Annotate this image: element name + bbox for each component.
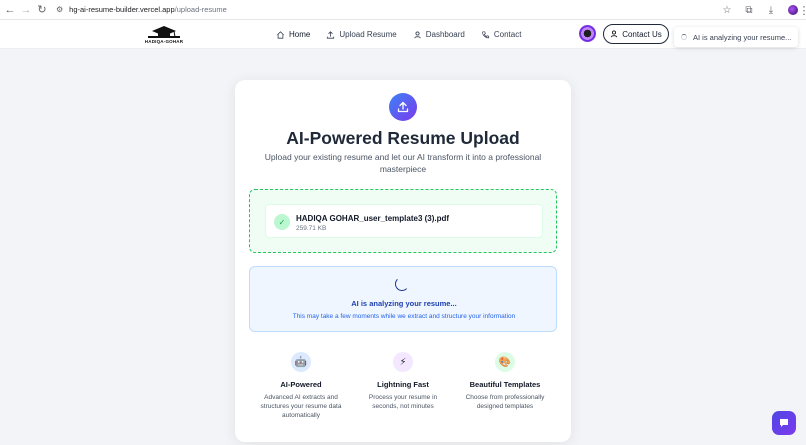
feature-title: Lightning Fast [377,380,429,389]
feature-description: Advanced AI extracts and structures your… [260,394,342,419]
user-icon [414,31,421,38]
analyzing-subtitle: This may take a few moments while we ext… [292,313,516,320]
home-icon [277,30,284,39]
nav-contact[interactable]: Contact [481,30,522,39]
nav-dashboard-label: Dashboard [425,30,465,39]
page-title: AI-Powered Resume Upload [286,128,520,148]
file-size: 259.71 KB [296,225,327,232]
feature-list: 🤖 AI-Powered Advanced AI extracts and st… [249,352,557,432]
back-icon[interactable]: ← [2,2,18,18]
contact-us-button[interactable]: Contact Us [603,24,669,44]
nav-upload-resume[interactable]: Upload Resume [326,30,397,39]
logo-text: HADIQA-GOHAR [144,39,184,44]
feature-description: Choose from professionally designed temp… [465,394,545,410]
chat-widget-button[interactable] [772,411,796,435]
nav-dashboard[interactable]: Dashboard [413,30,465,39]
feature-ai-powered: 🤖 AI-Powered Advanced AI extracts and st… [249,352,353,420]
toast-text: AI is analyzing your resume... [693,32,792,42]
page-subtitle: Upload your existing resume and let our … [264,152,542,174]
bookmark-star-icon[interactable]: ☆ [716,2,738,18]
uploaded-file: ✓ HADIQA GOHAR_user_template3 (3).pdf 25… [265,204,543,238]
extensions-icon[interactable]: ⧉ [738,2,760,18]
robot-icon: 🤖 [291,352,311,372]
browser-toolbar: ← → ↻ ⚙ hg-ai-resume-builder.vercel.app /… [0,0,806,20]
url-host: hg-ai-resume-builder.vercel.app [69,5,175,14]
menu-icon[interactable]: ⋮ [796,2,806,18]
upload-icon [389,93,417,121]
lightning-icon: ⚡ [393,352,413,372]
nav-home[interactable]: Home [276,30,310,39]
loading-spinner-icon [681,34,687,40]
check-icon: ✓ [274,214,290,230]
feature-beautiful-templates: 🎨 Beautiful Templates Choose from profes… [453,352,557,411]
chat-bubble-icon [780,419,788,427]
feature-title: Beautiful Templates [469,380,541,389]
resume-dropzone[interactable]: ✓ HADIQA GOHAR_user_template3 (3).pdf 25… [249,189,557,253]
logo-graduation-icon [148,26,180,38]
user-icon [611,30,618,38]
analyzing-panel: AI is analyzing your resume... This may … [249,266,557,332]
site-logo[interactable]: HADIQA-GOHAR [144,25,184,45]
forward-icon[interactable]: → [18,2,34,18]
analyzing-title: AI is analyzing your resume... [351,299,457,308]
upload-icon [327,30,335,39]
nav-upload-label: Upload Resume [339,30,397,39]
file-name: HADIQA GOHAR_user_template3 (3).pdf [296,214,450,223]
site-settings-icon[interactable]: ⚙ [56,5,63,14]
url-path: /upload-resume [174,5,227,14]
main-nav: Home Upload Resume Dashboard Contact [276,20,521,49]
contact-us-label: Contact Us [622,29,662,39]
nav-home-label: Home [289,30,311,39]
feature-lightning-fast: ⚡ Lightning Fast Process your resume in … [351,352,455,411]
nav-contact-label: Contact [493,30,522,39]
feature-title: AI-Powered [280,380,322,389]
user-avatar[interactable] [579,25,596,42]
palette-icon: 🎨 [495,352,515,372]
upload-card: AI-Powered Resume Upload Upload your exi… [235,80,571,442]
phone-icon [482,30,489,38]
download-icon[interactable]: ⤓ [760,2,782,18]
feature-description: Process your resume in seconds, not minu… [368,394,438,410]
loading-spinner-icon [395,277,409,291]
status-toast: AI is analyzing your resume... [674,27,798,47]
reload-icon[interactable]: ↻ [34,2,50,18]
address-bar[interactable]: ⚙ hg-ai-resume-builder.vercel.app/upload… [56,5,227,14]
